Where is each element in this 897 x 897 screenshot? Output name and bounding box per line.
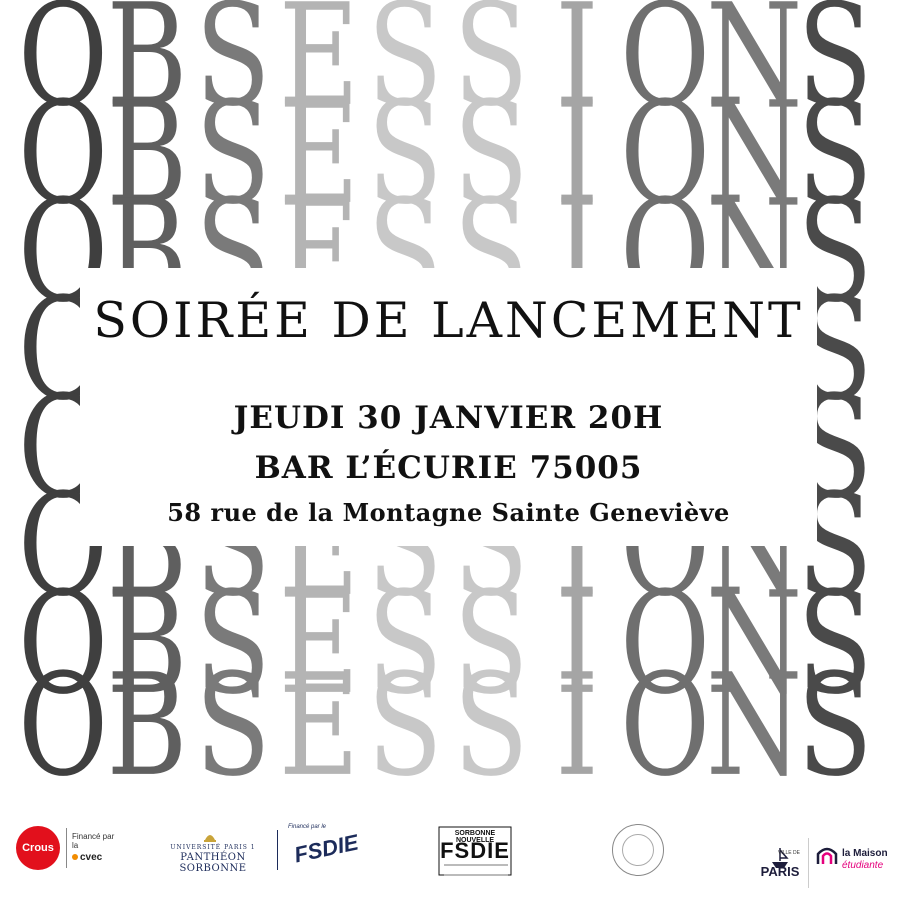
event-venue: BAR L’ÉCURIE 75005 [254, 450, 643, 486]
funded-by-text: Financé par la [72, 832, 115, 850]
letter: S [797, 643, 873, 808]
university-seal-inner [622, 834, 654, 866]
letter: N [706, 643, 803, 808]
event-poster: O B S E S S I O N S O B S E S S I O N S … [0, 0, 897, 897]
letter: O [18, 643, 109, 808]
event-info-panel: SOIRÉE DE LANCEMENT JEUDI 30 JANVIER 20H… [80, 268, 817, 546]
logo-divider [808, 838, 809, 888]
logo-divider [66, 828, 67, 868]
cvec-dot-icon [72, 854, 78, 860]
crous-logo-text: Crous [22, 842, 54, 854]
fsdie-subtitle-lines [444, 864, 508, 876]
event-title: SOIRÉE DE LANCEMENT [93, 292, 804, 349]
letter: B [106, 643, 188, 808]
fsdie-stamp-caption: Financé par le [288, 824, 327, 830]
maison-label-2: étudiante [842, 860, 884, 871]
obsessions-row-8: O B S E S S I O N S [18, 643, 878, 808]
letter: S [367, 643, 443, 808]
sponsor-logos: Crous Financé par la cvec UNIVERSITÉ PAR… [0, 800, 897, 897]
logo-divider [277, 830, 278, 870]
letter: E [278, 643, 360, 808]
sorbonne-nouvelle-fsdie-logo: FSDIE [440, 838, 510, 863]
cvec-logo: cvec [72, 852, 102, 863]
letter: O [620, 643, 711, 808]
letter: S [195, 643, 271, 808]
cvec-label: cvec [80, 852, 103, 863]
letter: S [453, 643, 529, 808]
crous-logo: Crous [16, 826, 60, 870]
pantheon-sorbonne-logo: PANTHÉON SORBONNE [179, 852, 247, 874]
maison-etudiante-icon [816, 847, 838, 864]
event-address: 58 rue de la Montagne Sainte Geneviève [167, 498, 730, 527]
ville-de-label: VILLE DE [778, 850, 800, 856]
pantheon-dome-icon [204, 835, 216, 842]
pantheon-university-label: UNIVERSITÉ PARIS 1 [170, 844, 256, 851]
paris-logo-text: PARIS [760, 864, 800, 879]
fsdie-stamp-logo: FSDIE [292, 829, 361, 868]
letter: I [555, 643, 599, 808]
event-date: JEUDI 30 JANVIER 20H [233, 400, 664, 436]
maison-label-1: la Maison [842, 848, 888, 859]
